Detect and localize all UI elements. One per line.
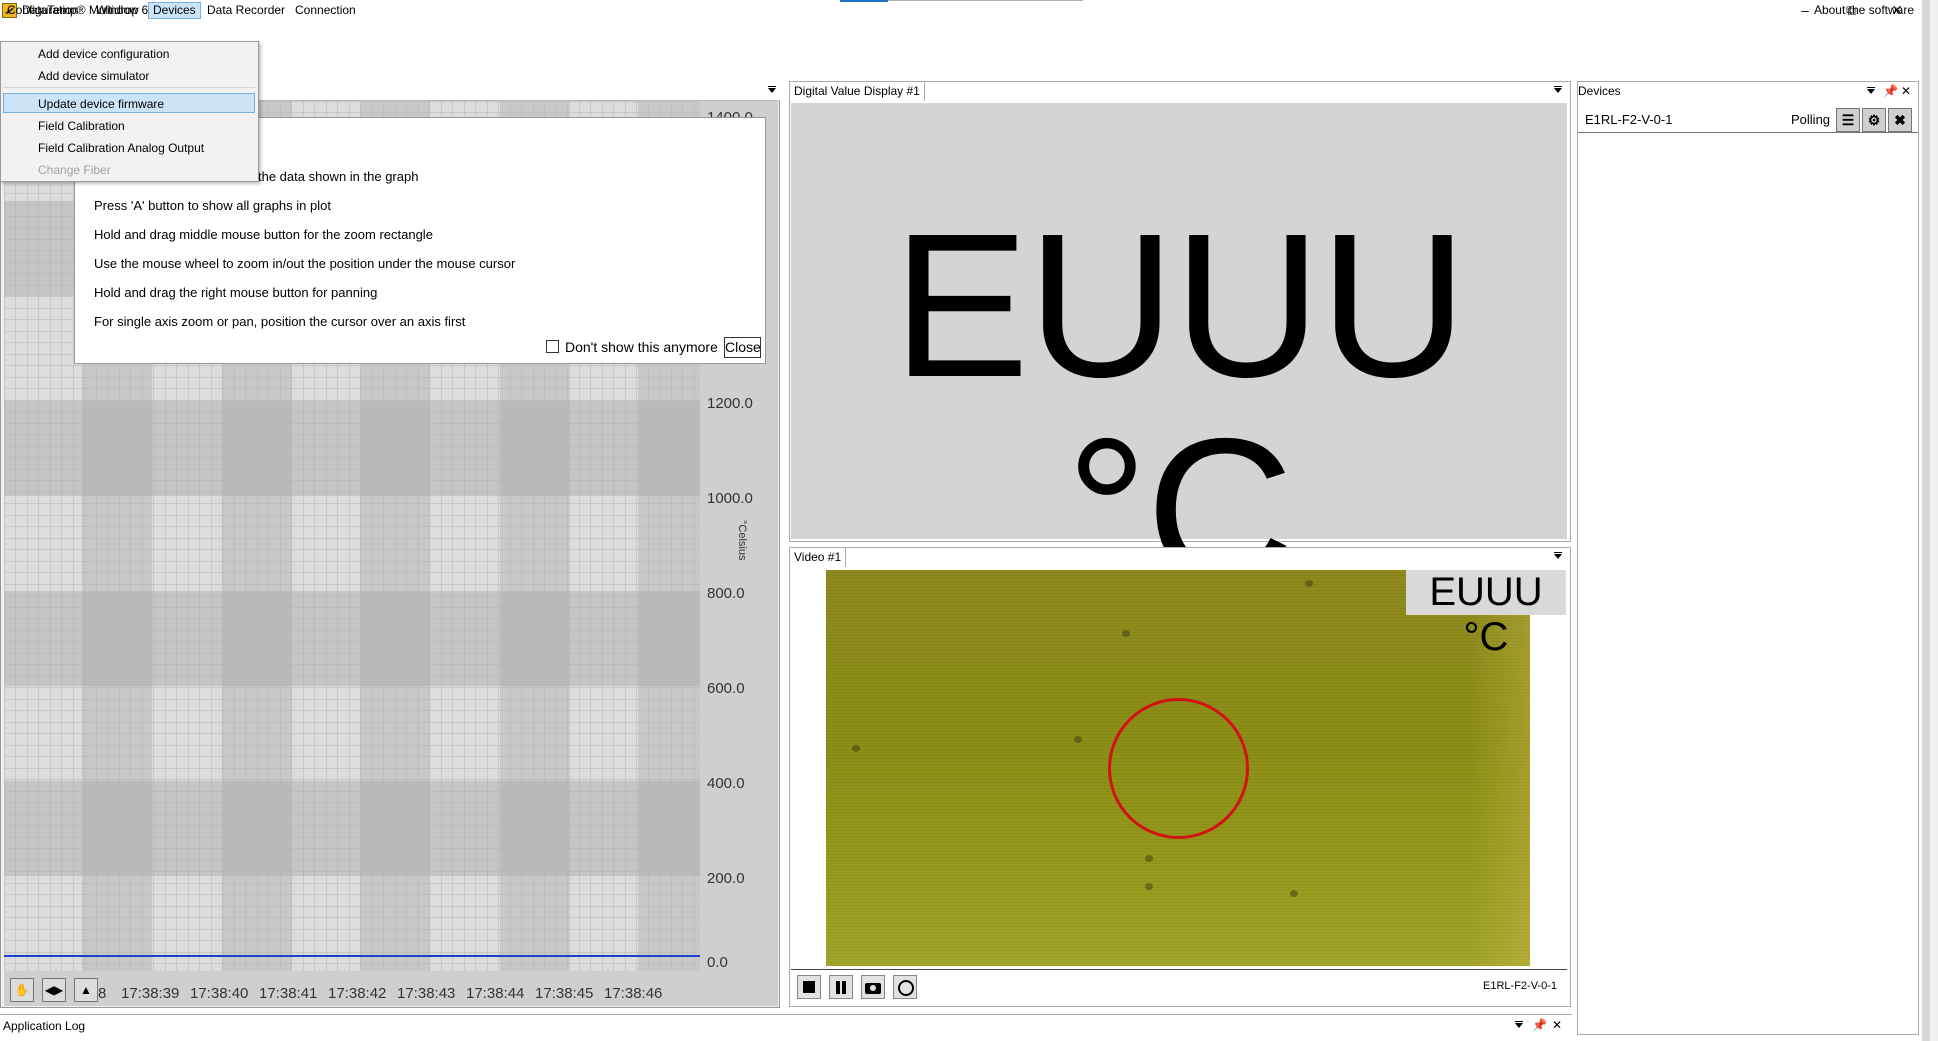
help-tip: Hold and drag the right mouse button for… xyxy=(94,285,378,300)
device-name: E1RL-F2-V-0-1 xyxy=(1585,112,1673,127)
help-tip: Hold and drag middle mouse button for th… xyxy=(94,227,433,242)
x-tick: 8 xyxy=(98,985,107,1002)
device-status: Polling xyxy=(1791,112,1831,127)
x-tick: 17:38:45 xyxy=(535,985,594,1002)
tab-digital-value-display[interactable]: Digital Value Display #1 xyxy=(790,82,925,101)
menu-bar xyxy=(0,21,1938,41)
menu-field-calibration[interactable]: Field Calibration xyxy=(38,119,125,133)
horizontal-zoom-button[interactable]: ◀▶ xyxy=(42,978,66,1002)
device-list-icon[interactable]: ☰ xyxy=(1836,108,1860,132)
y-tick-0: 0.0 xyxy=(707,954,728,971)
dvd-panel-menu-icon[interactable] xyxy=(1553,86,1563,96)
pin-icon[interactable]: 📌 xyxy=(1883,84,1898,98)
video-speck xyxy=(1074,736,1082,743)
right-scroll-edge xyxy=(1922,0,1930,1041)
help-tip: Press 'A' button to show all graphs in p… xyxy=(94,198,331,213)
about-link[interactable]: About the software xyxy=(1814,3,1914,17)
y-tick-1200: 1200.0 xyxy=(707,395,753,412)
x-tick: 17:38:44 xyxy=(466,985,525,1002)
menu-separator xyxy=(3,87,255,88)
devices-panel-close-icon[interactable]: ✕ xyxy=(1901,84,1911,98)
menu-add-device-simulator[interactable]: Add device simulator xyxy=(38,69,149,83)
menu-devices[interactable]: Devices xyxy=(148,2,201,19)
video-temperature-overlay: EUUU °C xyxy=(1429,570,1543,659)
pause-icon[interactable] xyxy=(829,975,853,999)
devices-panel-title: Devices xyxy=(1578,84,1621,98)
x-tick: 17:38:43 xyxy=(397,985,456,1002)
applog-close-icon[interactable]: ✕ xyxy=(1552,1018,1562,1032)
help-tip: the data shown in the graph xyxy=(258,169,419,184)
menu-data-recorder[interactable]: Data Recorder xyxy=(203,2,289,19)
temperature-series-line xyxy=(4,955,700,957)
applog-pin-icon[interactable]: 📌 xyxy=(1532,1018,1547,1032)
title-accent-line xyxy=(888,0,1083,1)
record-icon[interactable] xyxy=(893,975,917,999)
video-panel-menu-icon[interactable] xyxy=(1553,552,1563,562)
stop-icon[interactable] xyxy=(797,975,821,999)
y-tick-800: 800.0 xyxy=(707,585,745,602)
x-tick: 17:38:41 xyxy=(259,985,318,1002)
menu-configuration[interactable]: Configuration xyxy=(3,2,82,19)
graph-panel-menu-icon[interactable] xyxy=(767,86,777,96)
tab-video[interactable]: Video #1 xyxy=(790,548,847,567)
device-settings-gear-icon[interactable]: ⚙ xyxy=(1862,108,1886,132)
video-speck xyxy=(852,745,860,752)
y-tick-200: 200.0 xyxy=(707,870,745,887)
x-tick: 17:38:46 xyxy=(604,985,663,1002)
menu-update-device-firmware[interactable]: Update device firmware xyxy=(38,97,164,111)
x-tick: 17:38:42 xyxy=(328,985,387,1002)
pan-hand-button[interactable]: ✋ xyxy=(10,978,34,1002)
menu-field-calibration-analog-output[interactable]: Field Calibration Analog Output xyxy=(38,141,204,155)
device-remove-close-icon[interactable]: ✖ xyxy=(1888,108,1912,132)
y-tick-400: 400.0 xyxy=(707,775,745,792)
menu-add-device-configuration[interactable]: Add device configuration xyxy=(38,47,169,61)
menu-window[interactable]: Window xyxy=(92,2,143,19)
application-log-title: Application Log xyxy=(3,1019,86,1033)
toolbar-area xyxy=(0,41,1938,79)
camera-icon[interactable] xyxy=(861,975,885,999)
video-speck xyxy=(1122,630,1130,637)
y-axis-label: °Celsius xyxy=(736,520,748,561)
video-speck xyxy=(1145,855,1153,862)
title-accent xyxy=(840,0,888,2)
right-window-edge xyxy=(1930,0,1938,1041)
menu-connection[interactable]: Connection xyxy=(291,2,360,19)
x-tick: 17:38:40 xyxy=(190,985,249,1002)
video-speck xyxy=(1145,883,1153,890)
video-speck xyxy=(1305,580,1313,587)
x-tick: 17:38:39 xyxy=(121,985,180,1002)
help-tip: For single axis zoom or pan, position th… xyxy=(94,314,466,329)
popup-close-button[interactable]: Close xyxy=(724,337,761,358)
applog-menu-icon[interactable] xyxy=(1514,1021,1524,1031)
dont-show-label: Don't show this anymore xyxy=(565,339,718,355)
video-speck xyxy=(1290,890,1298,897)
help-tip: Use the mouse wheel to zoom in/out the p… xyxy=(94,256,516,271)
video-device-label: E1RL-F2-V-0-1 xyxy=(1483,980,1557,992)
application-log-panel xyxy=(0,1014,1572,1041)
roi-circle[interactable] xyxy=(1108,698,1249,839)
dont-show-checkbox[interactable] xyxy=(546,340,559,353)
devices-panel xyxy=(1577,81,1919,1035)
y-tick-600: 600.0 xyxy=(707,680,745,697)
vertical-zoom-button[interactable]: ▲ xyxy=(74,978,98,1002)
menu-change-fiber: Change Fiber xyxy=(38,163,111,177)
devices-panel-menu-icon[interactable] xyxy=(1866,87,1876,97)
y-tick-1000: 1000.0 xyxy=(707,490,753,507)
